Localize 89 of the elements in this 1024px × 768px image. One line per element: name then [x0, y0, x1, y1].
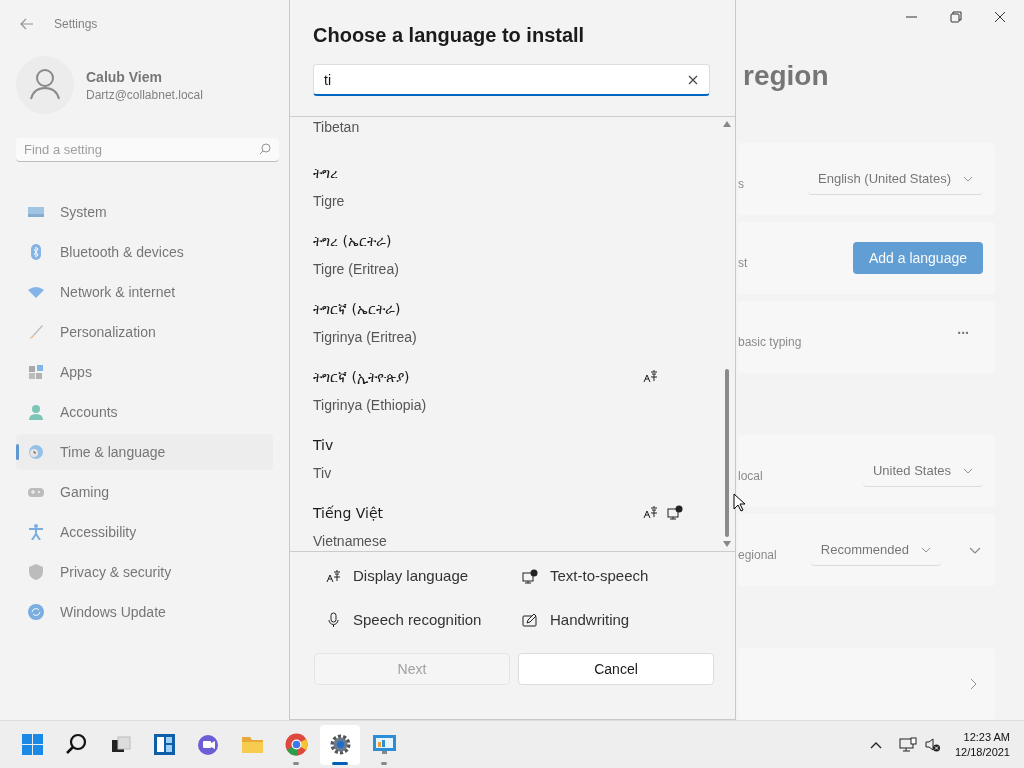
widgets-icon — [151, 732, 177, 757]
close-icon[interactable] — [994, 11, 1006, 23]
chat-icon — [195, 732, 221, 757]
native-name: ትግርኛ (ኤርትራ) — [313, 300, 402, 319]
nav-item[interactable]: System — [16, 194, 273, 230]
handwriting-icon — [522, 613, 538, 627]
english-name: Tigrinya (Ethiopia) — [313, 396, 428, 415]
more-button[interactable]: ... — [957, 319, 969, 355]
apps-icon — [28, 364, 44, 380]
language-item[interactable]: ትግርኛ (ኢትዮጵያ) Tigrinya (Ethiopia) — [290, 359, 723, 427]
start-icon — [19, 732, 45, 757]
shield-icon — [28, 564, 44, 580]
language-item[interactable]: ትግረ (ኤርትራ) Tigre (Eritrea) — [290, 223, 723, 291]
globe-clock-icon — [28, 444, 44, 460]
search-icon — [259, 143, 271, 155]
language-item[interactable]: Tibetan — [290, 117, 723, 155]
native-name: Tiếng Việt — [313, 504, 385, 523]
microphone-icon — [325, 612, 341, 628]
clear-icon[interactable] — [688, 75, 698, 85]
nav-item[interactable]: Accessibility — [16, 514, 273, 550]
chevron-right-icon[interactable] — [970, 678, 977, 690]
app-title: Settings — [54, 16, 98, 32]
accessibility-icon — [28, 524, 44, 540]
chevron-up-icon[interactable] — [869, 740, 882, 749]
dialog-title: Choose a language to install — [313, 23, 586, 48]
chevron-down-icon — [963, 467, 973, 474]
english-name: Tigrinya (Eritrea) — [313, 328, 418, 347]
search-field[interactable]: ti — [313, 64, 710, 96]
network-icon[interactable] — [898, 736, 917, 753]
monitor-icon — [28, 204, 44, 220]
text-to-speech-icon — [522, 568, 538, 584]
avatar-icon — [16, 56, 74, 114]
english-name: Tigre (Eritrea) — [313, 260, 400, 279]
english-name: Tigre — [313, 192, 346, 211]
expand-chevron-icon[interactable] — [969, 546, 981, 554]
person-icon — [28, 404, 44, 420]
nav-item[interactable]: Accounts — [16, 394, 273, 430]
clock-date[interactable]: 12/18/2021 — [954, 744, 1010, 760]
nav-item[interactable]: Windows Update — [16, 594, 273, 630]
native-name: ትግረ — [313, 164, 339, 183]
english-name: Vietnamese — [313, 532, 388, 551]
muted-speaker-icon[interactable] — [923, 736, 941, 753]
language-item[interactable]: Tiv Tiv — [290, 427, 723, 495]
language-item[interactable]: ትግረ Tigre — [290, 155, 723, 223]
scrollbar-thumb[interactable] — [725, 369, 729, 537]
chevron-down-icon — [963, 175, 973, 182]
back-arrow-icon[interactable] — [20, 18, 34, 30]
chevron-down-icon — [921, 546, 931, 553]
bluetooth-icon — [28, 244, 44, 260]
display-language-icon — [325, 569, 341, 583]
user-email: Dartz@collabnet.local — [86, 87, 203, 103]
taskbar-button[interactable] — [320, 724, 360, 765]
update-icon — [28, 604, 44, 620]
page-title: region — [742, 59, 830, 93]
nav-item[interactable]: Time & language — [16, 434, 273, 470]
user-name: Calub Viem — [86, 68, 163, 87]
native-name: ትግረ (ኤርትራ) — [313, 232, 393, 251]
native-name: Tiv — [313, 436, 335, 455]
setting-label: s — [738, 176, 745, 192]
english-name: Tiv — [313, 464, 333, 483]
legend-label: Handwriting — [550, 609, 630, 630]
wifi-icon — [28, 284, 44, 300]
nav-item[interactable]: Personalization — [16, 314, 273, 350]
add-language-button[interactable]: Add a language — [852, 242, 983, 274]
nav-item[interactable]: Bluetooth & devices — [16, 234, 273, 270]
legend-label: Text-to-speech — [550, 565, 649, 586]
scroll-up-icon[interactable] — [723, 121, 731, 127]
english-name: Tibetan — [313, 118, 361, 137]
setting-label: st — [738, 255, 749, 271]
legend-label: Speech recognition — [353, 609, 482, 630]
brush-icon — [28, 324, 44, 340]
setting-label: basic typing — [738, 334, 802, 350]
language-item[interactable]: Tiếng Việt Vietnamese — [290, 495, 723, 551]
monitor-icon — [371, 732, 397, 757]
search-field[interactable]: Find a setting — [16, 138, 279, 162]
scroll-down-icon[interactable] — [723, 541, 731, 547]
nav-item[interactable]: Network & internet — [16, 274, 273, 310]
nav-item[interactable]: Gaming — [16, 474, 273, 510]
setting-label: local — [738, 468, 764, 484]
language-item[interactable]: ትግርኛ (ኤርትራ) Tigrinya (Eritrea) — [290, 291, 723, 359]
legend-label: Display language — [353, 565, 469, 586]
clock-time[interactable]: 12:23 AM — [963, 729, 1010, 745]
browser-icon — [283, 732, 309, 757]
native-name: ትግርኛ (ኢትዮጵያ) — [313, 368, 411, 387]
dialog-button[interactable]: Cancel — [518, 653, 714, 685]
nav-item[interactable]: Apps — [16, 354, 273, 390]
setting-label: egional — [738, 547, 778, 563]
nav-item[interactable]: Privacy & security — [16, 554, 273, 590]
maximize-icon[interactable] — [950, 11, 962, 23]
